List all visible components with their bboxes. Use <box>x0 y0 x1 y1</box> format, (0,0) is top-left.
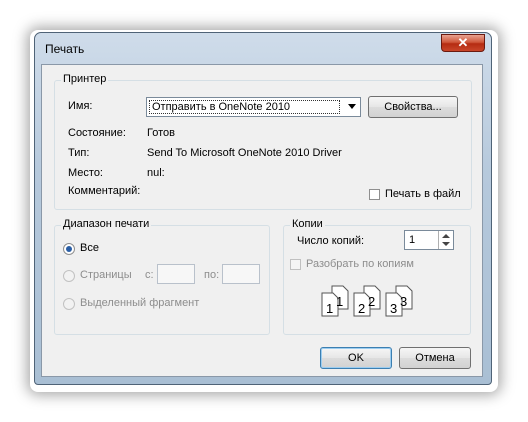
collate-digit-3: 3 <box>390 301 397 316</box>
comment-label: Комментарий: <box>68 185 141 197</box>
range-selection-radio[interactable] <box>63 298 75 310</box>
where-value: nul: <box>147 167 165 179</box>
type-label: Тип: <box>68 147 90 159</box>
spinner-buttons[interactable] <box>438 231 453 249</box>
collate-digit-2: 2 <box>358 301 365 316</box>
print-to-file-label[interactable]: Печать в файл <box>385 188 461 200</box>
printer-name-value: Отправить в OneNote 2010 <box>149 100 340 114</box>
range-all-label[interactable]: Все <box>80 242 99 254</box>
chevron-down-icon <box>348 104 356 109</box>
close-icon: ✕ <box>457 35 469 50</box>
collate-digit-1: 1 <box>326 301 333 316</box>
collate-digit-3b: 3 <box>400 294 407 309</box>
cancel-button[interactable]: Отмена <box>399 347 471 369</box>
ok-button[interactable]: OK <box>320 347 392 369</box>
range-selection-label[interactable]: Выделенный фрагмент <box>80 297 199 309</box>
range-to-input[interactable] <box>222 264 260 284</box>
print-range-legend: Диапазон печати <box>61 218 152 230</box>
status-value: Готов <box>147 127 175 139</box>
close-button[interactable]: ✕ <box>441 34 485 52</box>
properties-button[interactable]: Свойства... <box>368 96 458 118</box>
status-label: Состояние: <box>68 127 126 139</box>
range-from-input[interactable] <box>157 264 195 284</box>
collate-pages-icon: 1 1 2 2 3 3 <box>321 285 413 317</box>
copies-legend: Копии <box>290 218 325 230</box>
printer-name-label: Имя: <box>68 100 93 112</box>
collate-digit-1b: 1 <box>336 294 343 309</box>
range-from-label: с: <box>145 269 154 281</box>
type-value: Send To Microsoft OneNote 2010 Driver <box>147 147 342 159</box>
collate-checkbox[interactable] <box>290 259 301 270</box>
collate-digit-2b: 2 <box>368 294 375 309</box>
range-all-radio[interactable] <box>63 243 75 255</box>
range-pages-label[interactable]: Страницы <box>80 269 132 281</box>
range-to-label: по: <box>204 269 220 281</box>
collate-label[interactable]: Разобрать по копиям <box>306 258 414 270</box>
copies-count-value: 1 <box>409 234 416 246</box>
range-pages-radio[interactable] <box>63 270 75 282</box>
printer-legend: Принтер <box>61 73 109 85</box>
arrow-up-icon[interactable] <box>442 234 450 238</box>
print-to-file-checkbox[interactable] <box>369 189 380 200</box>
where-label: Место: <box>68 167 103 179</box>
copies-count-spinner[interactable]: 1 <box>404 230 454 250</box>
copies-count-label: Число копий: <box>297 235 365 247</box>
window-title: Печать <box>45 42 85 56</box>
printer-name-combobox[interactable]: Отправить в OneNote 2010 <box>146 97 361 117</box>
arrow-down-icon[interactable] <box>442 242 450 246</box>
